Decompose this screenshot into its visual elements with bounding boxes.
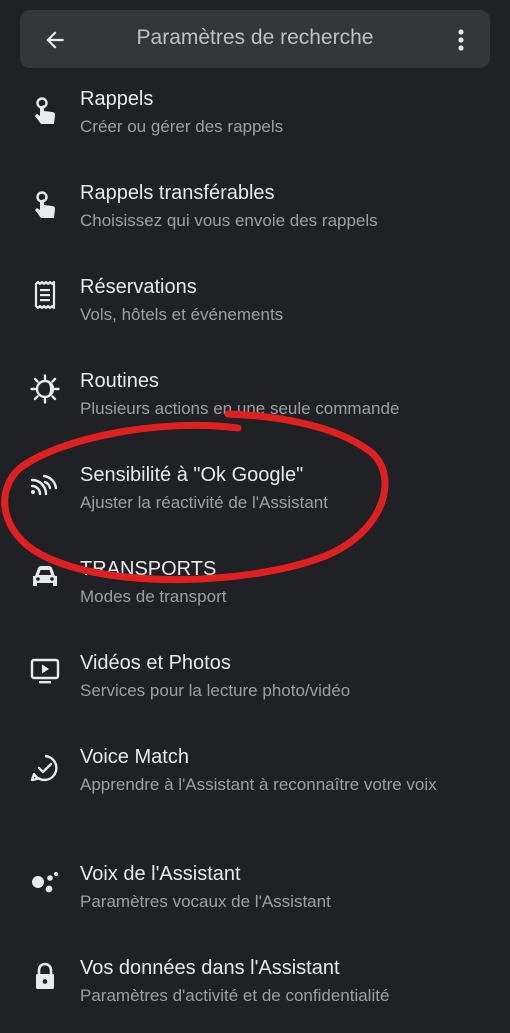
page-title: Paramètres de recherche (136, 26, 374, 49)
item-subtitle: Vols, hôtels et événements (80, 305, 284, 324)
routine-sun-icon (30, 374, 60, 404)
item-title: Réservations (80, 276, 197, 298)
list-item-routines[interactable]: Routines Plusieurs actions en une seule … (0, 352, 510, 446)
item-title: Voix de l'Assistant (80, 863, 241, 885)
item-subtitle: Modes de transport (80, 587, 227, 606)
item-subtitle: Choisissez qui vous envoie des rappels (80, 211, 378, 230)
receipt-icon (30, 280, 60, 310)
car-icon (30, 562, 60, 592)
sensitivity-waves-icon (30, 468, 60, 498)
item-subtitle: Paramètres vocaux de l'Assistant (80, 892, 331, 911)
list-item-videos-photos[interactable]: Vidéos et Photos Services pour la lectur… (0, 634, 510, 728)
item-subtitle: Apprendre à l'Assistant à reconnaître vo… (80, 775, 437, 794)
item-title: Sensibilité à "Ok Google" (80, 464, 304, 486)
list-item-assistant-voice[interactable]: Voix de l'Assistant Paramètres vocaux de… (0, 845, 510, 939)
item-subtitle: Ajuster la réactivité de l'Assistant (80, 493, 328, 512)
item-title: Rappels transférables (80, 182, 275, 204)
list-item-voice-match[interactable]: Voice Match Apprendre à l'Assistant à re… (0, 728, 510, 845)
search-settings-topbar: Paramètres de recherche (20, 10, 490, 68)
item-title: Vos données dans l'Assistant (80, 957, 340, 979)
assistant-dots-icon (30, 867, 60, 897)
item-title: Routines (80, 370, 159, 392)
lock-icon (30, 961, 60, 991)
more-options-button[interactable] (452, 27, 470, 53)
reminder-hand-icon (30, 190, 60, 220)
list-item-transports[interactable]: TRANSPORTS Modes de transport (0, 540, 510, 634)
list-item-rappels-transferables[interactable]: Rappels transférables Choisissez qui vou… (0, 164, 510, 258)
item-title: Voice Match (80, 746, 189, 768)
reminder-hand-icon (30, 96, 60, 126)
item-subtitle: Paramètres d'activité et de confidential… (80, 986, 390, 1005)
item-subtitle: Services pour la lecture photo/vidéo (80, 681, 351, 700)
item-subtitle: Plusieurs actions en une seule commande (80, 399, 400, 418)
video-tv-icon (30, 656, 60, 686)
item-subtitle: Créer ou gérer des rappels (80, 117, 284, 136)
item-title: Rappels (80, 88, 154, 110)
item-title: Vidéos et Photos (80, 652, 231, 674)
list-item-reservations[interactable]: Réservations Vols, hôtels et événements (0, 258, 510, 352)
voice-match-icon (30, 753, 60, 783)
list-item-ok-google-sensitivity[interactable]: Sensibilité à "Ok Google" Ajuster la réa… (0, 446, 510, 540)
item-title: TRANSPORTS (80, 558, 217, 580)
settings-list: Rappels Créer ou gérer des rappels Rappe… (0, 70, 510, 1033)
more-vert-icon (458, 29, 464, 51)
list-item-your-data[interactable]: Vos données dans l'Assistant Paramètres … (0, 939, 510, 1033)
list-item-rappels[interactable]: Rappels Créer ou gérer des rappels (0, 70, 510, 164)
